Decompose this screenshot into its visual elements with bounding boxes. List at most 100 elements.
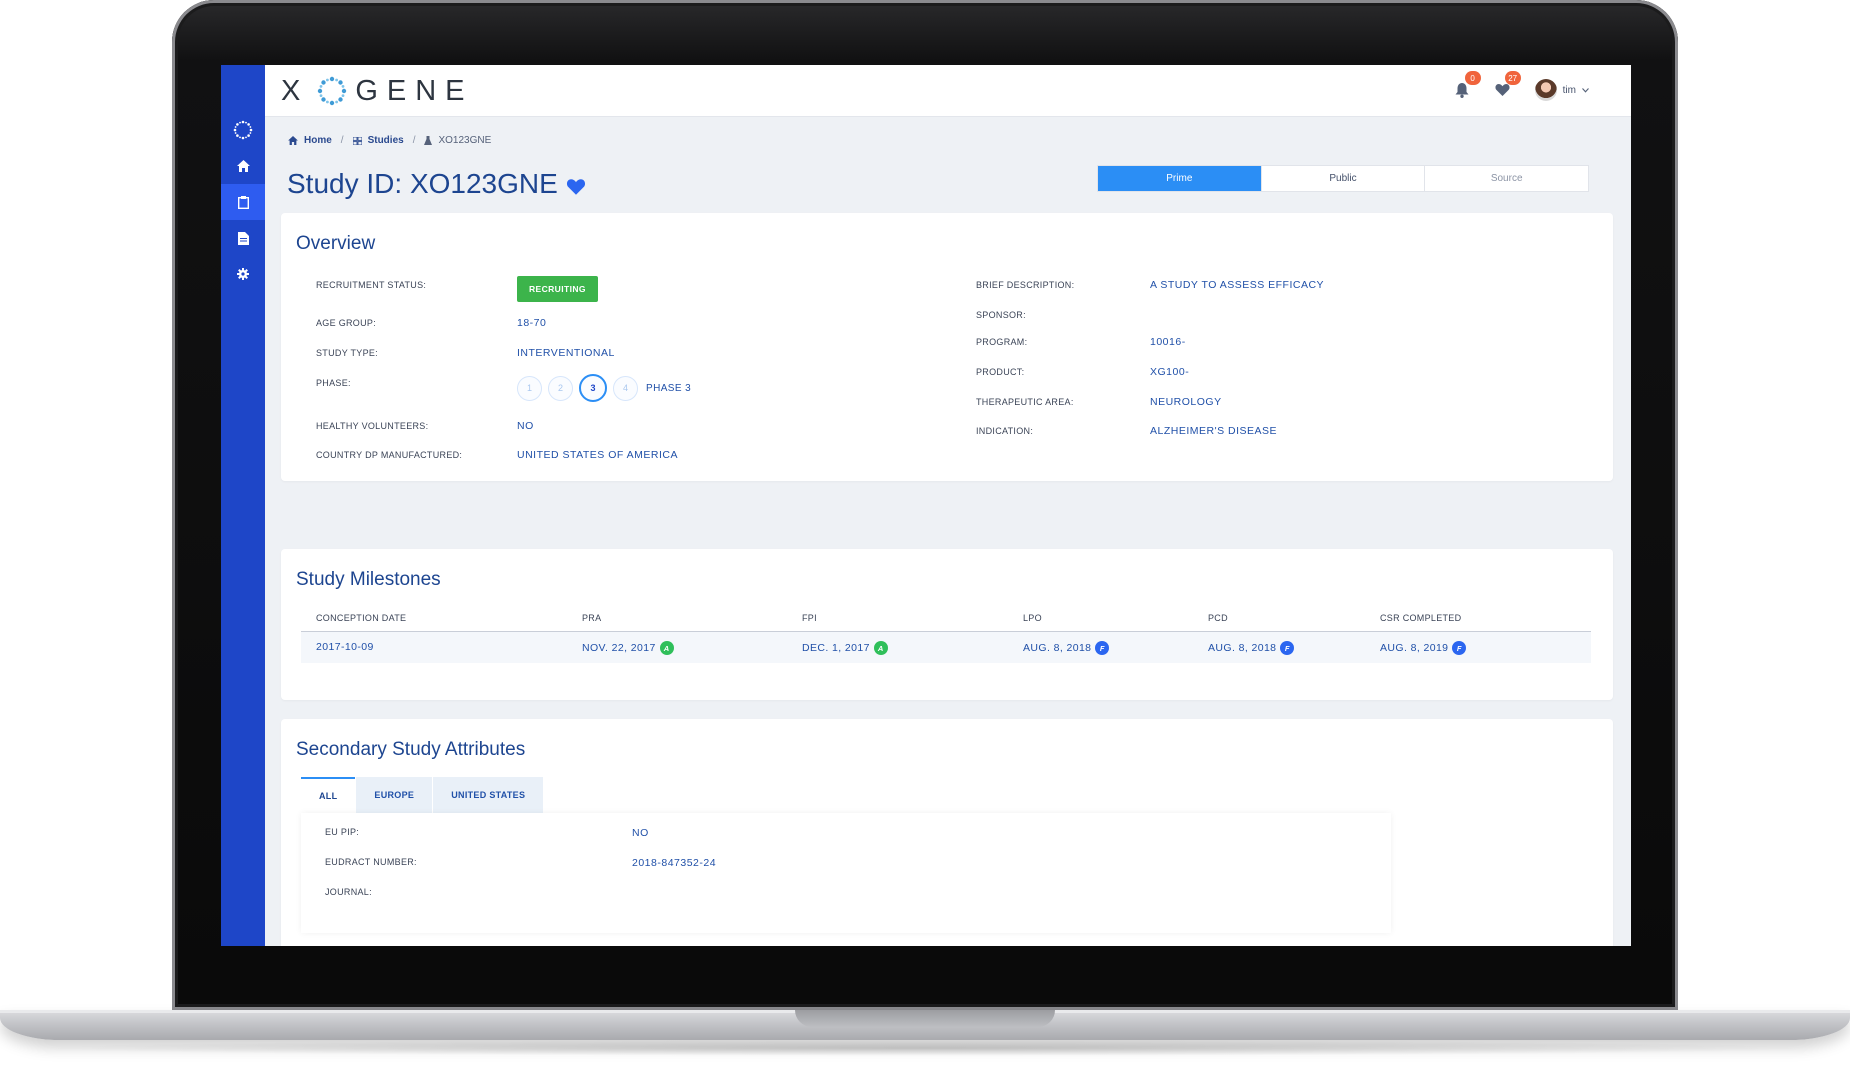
attribute-value: NO	[632, 827, 649, 839]
xogene-logo[interactable]: X GENE	[281, 74, 474, 108]
logo-text-left: X	[281, 74, 310, 107]
milestone-cell: DEC. 1, 2017 A	[802, 641, 888, 655]
milestone-date: 2017-10-09	[316, 641, 374, 653]
attribute-label: JOURNAL:	[325, 887, 372, 897]
laptop-shadow	[30, 1040, 1820, 1056]
milestones-card: Study Milestones CONCEPTION DATE PRA FPI…	[281, 549, 1613, 700]
breadcrumb: Home / Studies / XO123GNE	[288, 135, 491, 146]
sidebar-home-icon[interactable]	[221, 148, 265, 184]
milestone-cell: 2017-10-09	[316, 641, 374, 653]
overview-value: NO	[517, 420, 534, 432]
milestone-cell: AUG. 8, 2018 F	[1208, 641, 1295, 655]
attribute-value: 2018-847352-24	[632, 857, 717, 869]
overview-heading: Overview	[296, 233, 376, 254]
overview-card: Overview RECRUITMENT STATUS: RECRUITING …	[281, 213, 1613, 481]
sidebar	[221, 65, 265, 946]
secondary-attributes-card: Secondary Study Attributes ALL EUROPE UN…	[281, 719, 1613, 946]
milestone-date: AUG. 8, 2018	[1023, 642, 1092, 654]
overview-value: NEUROLOGY	[1150, 396, 1222, 408]
attributes-panel: EU PIP: NO EUDRACT NUMBER: 2018-847352-2…	[301, 813, 1391, 933]
heart-chat-icon	[1495, 84, 1510, 96]
breadcrumb-separator: /	[340, 135, 344, 146]
overview-label: THERAPEUTIC AREA:	[976, 397, 1074, 407]
milestone-date: DEC. 1, 2017	[802, 642, 870, 654]
column-header: LPO	[1023, 613, 1042, 623]
forecast-flag-badge: F	[1452, 641, 1467, 655]
breadcrumb-home-link[interactable]: Home	[304, 135, 332, 146]
milestone-cell: NOV. 22, 2017 A	[582, 641, 674, 655]
overview-label: SPONSOR:	[976, 310, 1026, 320]
milestone-date: NOV. 22, 2017	[582, 642, 656, 654]
actual-flag-badge: A	[659, 641, 674, 655]
phase-label: PHASE 3	[646, 382, 692, 394]
tab-all[interactable]: ALL	[301, 777, 356, 813]
milestones-table: CONCEPTION DATE PRA FPI LPO PCD CSR COMP…	[301, 607, 1591, 663]
phase-step: 2	[548, 375, 573, 401]
overview-value: XG100-	[1150, 366, 1190, 378]
breadcrumb-studies-link[interactable]: Studies	[368, 135, 404, 146]
tab-public[interactable]: Public	[1262, 166, 1426, 191]
view-switch: Prime Public Source	[1097, 165, 1589, 192]
milestones-heading: Study Milestones	[296, 569, 441, 590]
overview-label: PROGRAM:	[976, 337, 1028, 347]
sidebar-documents-icon[interactable]	[221, 220, 265, 256]
overview-label: STUDY TYPE:	[316, 348, 378, 358]
notifications-badge: 0	[1464, 71, 1481, 85]
tab-prime[interactable]: Prime	[1098, 166, 1262, 191]
phase-stepper: 1 2 3 4 PHASE 3	[517, 374, 691, 402]
attribute-label: EU PIP:	[325, 827, 360, 837]
messages-button[interactable]: 27	[1495, 71, 1521, 101]
overview-value: INTERVENTIONAL	[517, 347, 615, 359]
sidebar-logo-icon[interactable]	[221, 112, 265, 148]
overview-value: ALZHEIMER'S DISEASE	[1150, 425, 1278, 437]
milestone-cell: AUG. 8, 2018 F	[1023, 641, 1110, 655]
overview-label: AGE GROUP:	[316, 318, 377, 328]
phase-step-selected: 3	[579, 374, 607, 402]
page-title: Study ID: XO123GNE	[287, 168, 586, 200]
sidebar-settings-gear-icon[interactable]	[221, 256, 265, 292]
overview-label: RECRUITMENT STATUS:	[316, 280, 427, 290]
table-row: 2017-10-09 NOV. 22, 2017 A DEC. 1, 2017 A …	[301, 632, 1591, 663]
app-screen: X GENE 0 27 tim Home / Studies / XO123GN…	[221, 65, 1631, 946]
overview-label: INDICATION:	[976, 426, 1034, 436]
chevron-down-icon	[1582, 87, 1589, 93]
grid-icon	[352, 136, 362, 145]
tab-source[interactable]: Source	[1425, 166, 1588, 191]
avatar	[1534, 79, 1557, 101]
overview-value: 18-70	[517, 317, 547, 329]
column-header: PCD	[1208, 613, 1228, 623]
home-icon	[288, 136, 298, 145]
sidebar-studies-icon[interactable]	[221, 184, 265, 220]
overview-value: UNITED STATES OF AMERICA	[517, 449, 678, 461]
overview-label: COUNTRY DP MANUFACTURED:	[316, 450, 463, 460]
tab-europe[interactable]: EUROPE	[356, 777, 433, 813]
page-title-text: Study ID: XO123GNE	[287, 168, 558, 199]
overview-label: PHASE:	[316, 378, 351, 388]
secondary-heading: Secondary Study Attributes	[296, 739, 526, 760]
recruitment-status-badge: RECRUITING	[517, 276, 598, 302]
overview-label: HEALTHY VOLUNTEERS:	[316, 421, 429, 431]
overview-value: 10016-	[1150, 336, 1186, 348]
breadcrumb-current: XO123GNE	[438, 135, 492, 146]
favorite-heart-icon[interactable]	[566, 178, 586, 196]
column-header: PRA	[582, 613, 602, 623]
logo-ring-icon	[318, 76, 347, 106]
phase-step: 1	[517, 375, 542, 401]
attribute-label: EUDRACT NUMBER:	[325, 857, 417, 867]
milestone-date: AUG. 8, 2019	[1380, 642, 1449, 654]
region-tabs: ALL EUROPE UNITED STATES	[301, 777, 544, 813]
column-header: FPI	[802, 613, 817, 623]
column-header: CONCEPTION DATE	[316, 613, 407, 623]
user-name: tim	[1562, 84, 1576, 96]
column-header: CSR COMPLETED	[1380, 613, 1462, 623]
flask-icon	[424, 136, 433, 145]
laptop-notch	[795, 1010, 1055, 1027]
milestone-date: AUG. 8, 2018	[1208, 642, 1277, 654]
overview-label: BRIEF DESCRIPTION:	[976, 280, 1075, 290]
user-menu[interactable]: tim	[1534, 79, 1589, 101]
notifications-button[interactable]: 0	[1455, 71, 1481, 101]
table-header-row: CONCEPTION DATE PRA FPI LPO PCD CSR COMP…	[301, 607, 1591, 632]
tab-united-states[interactable]: UNITED STATES	[433, 777, 544, 813]
forecast-flag-badge: F	[1280, 641, 1295, 655]
forecast-flag-badge: F	[1095, 641, 1110, 655]
